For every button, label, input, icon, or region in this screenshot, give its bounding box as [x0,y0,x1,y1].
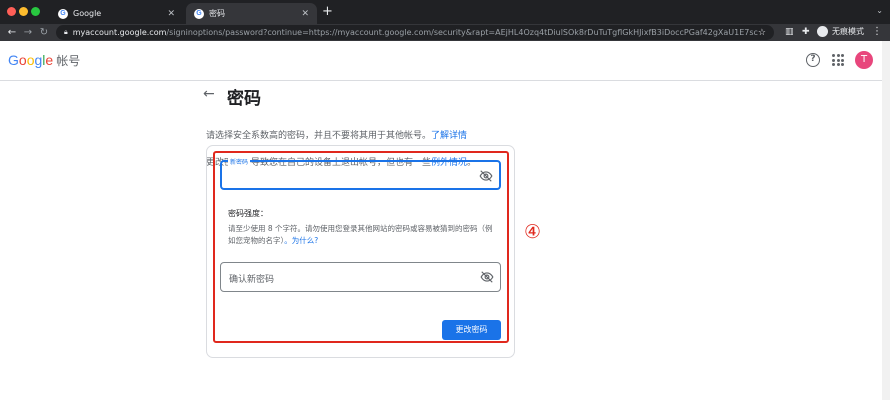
logo-letter: G [8,52,19,68]
scrollbar[interactable] [882,41,890,400]
new-tab-button[interactable]: + [322,4,333,20]
more-menu-icon[interactable]: ⋮ [872,26,882,37]
lock-icon[interactable]: 🔒︎ [64,28,68,37]
forward-button[interactable]: → [20,27,36,38]
page-title: 密码 [227,89,261,109]
extensions-icon[interactable]: ✚ [802,27,810,37]
description-text: 请选择安全系数高的密码，并且不要将其用于其他帐号。 [206,131,432,141]
tab-label: Google [73,9,102,18]
google-account-logo[interactable]: Google 帐号 [8,52,80,69]
google-g-icon: G [58,8,68,19]
incognito-icon [817,26,828,37]
close-icon[interactable]: ✕ [301,9,309,19]
url-text[interactable]: myaccount.google.com/signinoptions/passw… [73,28,758,37]
browser-tab-google[interactable]: G Google ✕ [50,3,183,24]
browser-tab-bar: G Google ✕ G 密码 ✕ + ⌄ [0,0,890,24]
avatar[interactable]: T [855,51,873,69]
browser-toolbar: ← → ↻ 🔒︎ myaccount.google.com/signinopti… [0,24,890,41]
close-window-button[interactable] [7,7,16,16]
back-arrow-icon[interactable]: ← [203,86,215,102]
minimize-window-button[interactable] [19,7,28,16]
google-g-icon: G [194,8,204,19]
incognito-indicator[interactable]: 无痕模式 [817,26,864,37]
bookmark-star-icon[interactable]: ☆ [758,28,766,38]
url-path: /signinoptions/password?continue=https:/… [166,28,758,37]
help-icon[interactable]: ? [806,53,820,67]
maximize-window-button[interactable] [31,7,40,16]
product-name: 帐号 [56,54,81,68]
browser-tab-password[interactable]: G 密码 ✕ [186,3,317,24]
annotation-highlight-box [213,151,509,343]
apps-grid-icon[interactable] [832,54,844,66]
incognito-label: 无痕模式 [832,27,864,36]
password-description: 请选择安全系数高的密码，并且不要将其用于其他帐号。了解详情 [206,128,467,141]
tab-label: 密码 [209,9,225,18]
learn-more-link[interactable]: 了解详情 [431,131,467,141]
address-bar[interactable]: 🔒︎ myaccount.google.com/signinoptions/pa… [56,25,774,40]
step-marker: ④ [524,221,542,243]
logo-letter: o [18,52,27,68]
url-host: myaccount.google.com [72,28,167,37]
tab-search-icon[interactable]: ⌄ [876,6,883,15]
google-account-header: Google 帐号 ? T [0,41,882,81]
back-button[interactable]: ← [4,27,20,38]
logo-letter: e [45,52,54,68]
reload-button[interactable]: ↻ [36,27,52,38]
reading-list-icon[interactable]: ▥ [785,27,794,37]
close-icon[interactable]: ✕ [167,9,175,19]
